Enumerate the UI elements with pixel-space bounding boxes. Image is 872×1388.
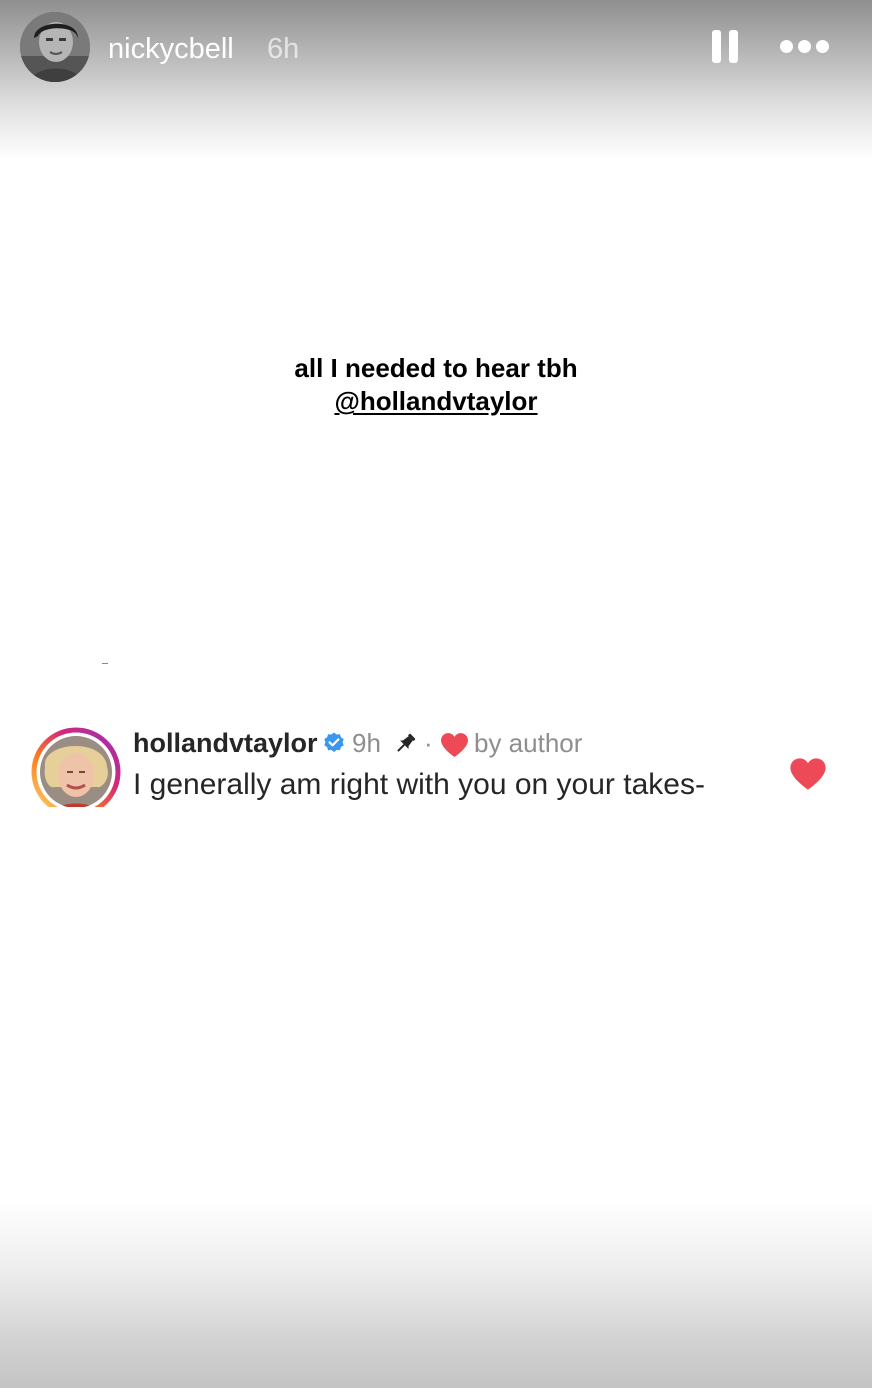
bottom-shade (0, 1200, 872, 1388)
more-options-button[interactable] (776, 32, 832, 62)
divider-mark (102, 663, 108, 664)
comment-author-avatar[interactable] (31, 727, 121, 817)
pin-icon (397, 733, 416, 752)
pause-button[interactable] (706, 26, 744, 68)
comment-text: I generally am right with you on your ta… (133, 768, 705, 801)
verified-badge-icon (324, 732, 344, 752)
avatar-image (20, 12, 90, 82)
comment-username[interactable]: hollandvtaylor (133, 727, 318, 759)
author-like-heart-icon (441, 733, 468, 757)
story-caption: all I needed to hear tbh @hollandvtaylor (0, 352, 872, 418)
comment-timestamp: 9h (352, 728, 381, 758)
story-timestamp: 6h (267, 33, 300, 65)
caption-text: all I needed to hear tbh (294, 353, 578, 383)
mention-link[interactable]: @hollandvtaylor (334, 385, 537, 418)
liked-by-author-label: by author (474, 728, 583, 758)
story-author-avatar[interactable] (20, 12, 90, 82)
comment-like-heart-icon[interactable] (789, 757, 827, 791)
story-author-username[interactable]: nickycbell (108, 30, 234, 68)
top-shade (0, 0, 872, 160)
separator-dot: · (424, 728, 433, 758)
avatar-story-ring-icon (31, 727, 121, 807)
